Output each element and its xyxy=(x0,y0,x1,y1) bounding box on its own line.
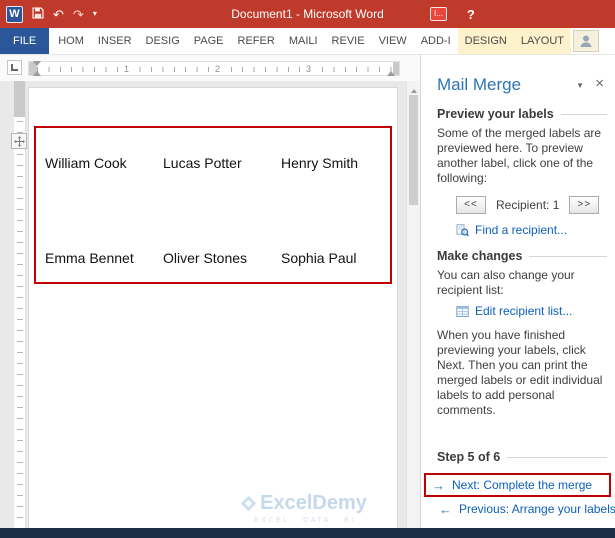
tab-mailings[interactable]: MAILI xyxy=(282,28,325,54)
move-icon xyxy=(13,135,25,147)
tab-stop-selector[interactable] xyxy=(7,60,22,75)
tab-insert[interactable]: INSER xyxy=(91,28,139,54)
label-cell[interactable]: Emma Bennet xyxy=(36,250,154,266)
recipient-counter: Recipient: 1 xyxy=(496,198,560,212)
label-cell[interactable]: Henry Smith xyxy=(272,155,390,171)
preview-section-heading: Preview your labels xyxy=(437,107,607,121)
heading-divider xyxy=(507,456,607,458)
mail-merge-pane: Mail Merge ▼ × Preview your labels Some … xyxy=(420,55,615,528)
label-row: Emma Bennet Oliver Stones Sophia Paul xyxy=(36,250,390,266)
scroll-up-icon[interactable] xyxy=(410,86,417,93)
ruler-mark: 2 xyxy=(213,63,223,75)
pane-options-icon[interactable]: ▼ xyxy=(576,81,584,90)
previous-step-link[interactable]: ← Previous: Arrange your labels xyxy=(437,501,615,517)
changes-section-heading: Make changes xyxy=(437,249,607,263)
next-step-link[interactable]: → Next: Complete the merge xyxy=(424,473,611,497)
vertical-scrollbar[interactable] xyxy=(406,81,420,528)
ruler-mark: 1 xyxy=(122,63,132,75)
workspace: 1 2 3 William Cook Lucas Potter Henry Sm… xyxy=(0,55,615,528)
tab-file[interactable]: FILE xyxy=(0,28,50,54)
step-label: Step 5 of 6 xyxy=(437,450,501,464)
pane-close-icon[interactable]: × xyxy=(595,76,604,91)
horizontal-ruler[interactable]: 1 2 3 xyxy=(28,61,400,76)
finish-note: When you have finished previewing your l… xyxy=(437,328,603,417)
previous-step-label[interactable]: Previous: Arrange your labels xyxy=(459,502,615,516)
label-cell[interactable]: Sophia Paul xyxy=(272,250,390,266)
customize-qat-dropdown-icon[interactable]: ▾ xyxy=(93,10,97,18)
watermark-brand: ExcelDemy xyxy=(260,492,367,514)
ruler-mark: 3 xyxy=(304,63,314,75)
table-move-handle[interactable] xyxy=(11,133,27,149)
ribbon-tab-bar: FILE HOM INSER DESIG PAGE REFER MAILI RE… xyxy=(0,28,615,55)
edit-recipient-list-icon xyxy=(456,305,469,317)
step-heading: Step 5 of 6 xyxy=(437,450,607,464)
edit-recipient-list-link[interactable]: Edit recipient list... xyxy=(456,304,607,318)
find-recipient-icon xyxy=(456,223,469,236)
right-indent-marker[interactable] xyxy=(387,67,395,76)
notification-badge: I... xyxy=(430,7,447,21)
ruler-ticks xyxy=(17,121,23,528)
person-icon xyxy=(580,35,592,47)
user-avatar[interactable] xyxy=(573,30,599,52)
edit-recipient-list-label: Edit recipient list... xyxy=(475,304,573,318)
labels-table[interactable]: William Cook Lucas Potter Henry Smith Em… xyxy=(34,126,392,284)
undo-icon[interactable]: ↶ xyxy=(53,8,64,21)
tab-table-design[interactable]: DESIGN xyxy=(457,28,514,54)
word-logo-icon[interactable]: W xyxy=(6,5,23,23)
redo-icon[interactable]: ↷ xyxy=(73,8,84,21)
quick-access-toolbar: W ↶ ↷ ▾ xyxy=(6,5,97,23)
changes-heading-text: Make changes xyxy=(437,249,523,263)
save-icon[interactable] xyxy=(32,7,44,21)
preview-heading-text: Preview your labels xyxy=(437,107,554,121)
changes-description: You can also change your recipient list: xyxy=(437,268,575,297)
tab-table-layout[interactable]: LAYOUT xyxy=(513,28,572,54)
label-cell[interactable]: Lucas Potter xyxy=(154,155,272,171)
exceldemy-logo-icon xyxy=(240,495,257,512)
find-recipient-link[interactable]: Find a recipient... xyxy=(456,223,607,237)
ruler-zone: 1 2 3 xyxy=(0,55,420,81)
tab-page-layout[interactable]: PAGE xyxy=(187,28,231,54)
heading-divider xyxy=(529,255,607,257)
hanging-indent-marker[interactable] xyxy=(33,67,41,76)
exceldemy-watermark: ExcelDemy EXCEL · DATA · BI xyxy=(219,492,391,524)
tab-review[interactable]: REVIE xyxy=(325,28,372,54)
help-icon[interactable]: ? xyxy=(467,7,475,22)
tab-view[interactable]: VIEW xyxy=(372,28,414,54)
word-window: W ↶ ↷ ▾ Document1 - Microsoft Word I... … xyxy=(0,0,615,538)
find-recipient-label: Find a recipient... xyxy=(475,223,568,237)
next-recipient-button[interactable]: >> xyxy=(569,196,600,214)
recipient-navigator: << Recipient: 1 >> xyxy=(456,196,607,214)
title-bar: W ↶ ↷ ▾ Document1 - Microsoft Word I... … xyxy=(0,0,615,28)
watermark-tagline: EXCEL · DATA · BI xyxy=(254,517,356,524)
document-page[interactable]: William Cook Lucas Potter Henry Smith Em… xyxy=(28,87,398,528)
tab-home[interactable]: HOM xyxy=(51,28,91,54)
titlebar-right-cluster: I... ? xyxy=(430,0,475,28)
scrollbar-thumb[interactable] xyxy=(409,95,418,205)
arrow-right-icon: → xyxy=(432,477,445,493)
next-step-label[interactable]: Next: Complete the merge xyxy=(452,478,592,492)
tab-references[interactable]: REFER xyxy=(231,28,282,54)
previous-recipient-button[interactable]: << xyxy=(456,196,486,214)
heading-divider xyxy=(560,113,607,115)
document-canvas: William Cook Lucas Potter Henry Smith Em… xyxy=(0,81,420,528)
status-bar xyxy=(0,528,615,538)
tab-add-ins[interactable]: ADD-I xyxy=(414,28,458,54)
label-row: William Cook Lucas Potter Henry Smith xyxy=(36,155,390,171)
document-area: 1 2 3 William Cook Lucas Potter Henry Sm… xyxy=(0,55,420,528)
tab-design[interactable]: DESIG xyxy=(139,28,187,54)
preview-description: Some of the merged labels are previewed … xyxy=(437,126,602,185)
wizard-step-nav: Step 5 of 6 → Next: Complete the merge ←… xyxy=(424,450,615,517)
label-cell[interactable]: Oliver Stones xyxy=(154,250,272,266)
arrow-left-icon: ← xyxy=(439,501,452,517)
label-cell[interactable]: William Cook xyxy=(36,155,154,171)
